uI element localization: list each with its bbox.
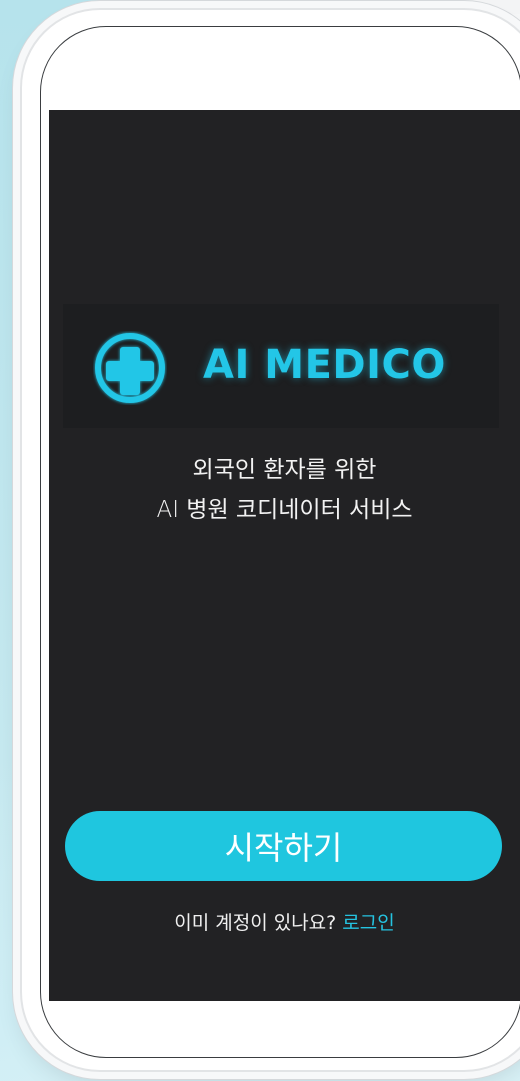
- app-screen: AI MEDICO 외국인 환자를 위한 AI 병원 코디네이터 서비스 시작하…: [49, 110, 520, 1001]
- login-link[interactable]: 로그인: [342, 912, 394, 934]
- login-prompt-row: 이미 계정이 있나요? 로그인: [49, 908, 520, 935]
- brand-logo: AI MEDICO: [63, 304, 499, 428]
- page-background: AI MEDICO 외국인 환자를 위한 AI 병원 코디네이터 서비스 시작하…: [0, 0, 520, 1081]
- medical-cross-icon: [95, 333, 165, 403]
- tagline-line: 외국인 환자를 위한: [192, 457, 377, 483]
- tagline-line: AI 병원 코디네이터 서비스: [156, 497, 413, 523]
- login-prompt-text: 이미 계정이 있나요?: [174, 912, 337, 934]
- start-button[interactable]: 시작하기: [65, 811, 502, 881]
- brand-name: AI MEDICO: [203, 342, 446, 388]
- service-tagline: 외국인 환자를 위한 AI 병원 코디네이터 서비스: [49, 450, 520, 530]
